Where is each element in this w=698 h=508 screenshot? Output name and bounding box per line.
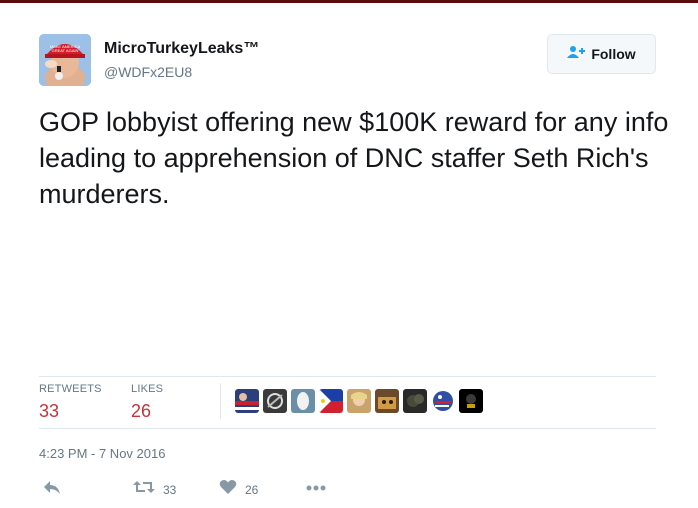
tweet-timestamp[interactable]: 4:23 PM - 7 Nov 2016 xyxy=(39,446,165,461)
like-action-count: 26 xyxy=(245,482,259,497)
follow-button[interactable]: Follow xyxy=(547,34,656,74)
retweets-label: RETWEETS xyxy=(39,383,102,395)
like-button[interactable]: 26 xyxy=(219,479,258,500)
liker-avatar[interactable] xyxy=(291,389,315,413)
heart-icon xyxy=(219,479,237,500)
user-handle[interactable]: @WDFx2EU8 xyxy=(104,64,192,80)
follow-user-icon xyxy=(567,45,586,64)
more-icon xyxy=(305,479,327,500)
top-border xyxy=(0,0,698,3)
svg-text:GREAT AGAIN: GREAT AGAIN xyxy=(52,48,79,53)
follow-button-label: Follow xyxy=(591,46,636,62)
likes-count: 26 xyxy=(131,401,152,421)
retweet-button[interactable]: 33 xyxy=(133,479,176,500)
more-button[interactable] xyxy=(305,479,327,500)
user-display-name[interactable]: MicroTurkeyLeaks™ xyxy=(104,40,259,58)
reply-button[interactable] xyxy=(43,479,61,500)
tweet-text: GOP lobbyist offering new $100K reward f… xyxy=(39,107,669,209)
liker-avatars xyxy=(235,389,483,413)
avatar[interactable]: MAKE AMERICA GREAT AGAIN xyxy=(39,34,91,86)
likes-label: LIKES xyxy=(131,383,164,395)
liker-avatar[interactable] xyxy=(459,389,483,413)
liker-avatar[interactable] xyxy=(403,389,427,413)
reply-icon xyxy=(43,479,61,500)
liker-avatar[interactable] xyxy=(375,389,399,413)
retweet-action-count: 33 xyxy=(163,482,177,497)
stats-bottom-divider xyxy=(39,428,656,429)
liker-avatar[interactable] xyxy=(319,389,343,413)
retweet-icon xyxy=(133,479,155,500)
stats-top-divider xyxy=(39,376,656,377)
liker-avatar[interactable] xyxy=(431,389,455,413)
liker-avatar[interactable] xyxy=(347,389,371,413)
retweets-stat[interactable]: RETWEETS 33 xyxy=(39,383,102,422)
likes-stat[interactable]: LIKES 26 xyxy=(131,383,163,422)
stats-separator xyxy=(220,383,221,419)
liker-avatar[interactable] xyxy=(235,389,259,413)
liker-avatar[interactable] xyxy=(263,389,287,413)
retweets-count: 33 xyxy=(39,401,60,421)
